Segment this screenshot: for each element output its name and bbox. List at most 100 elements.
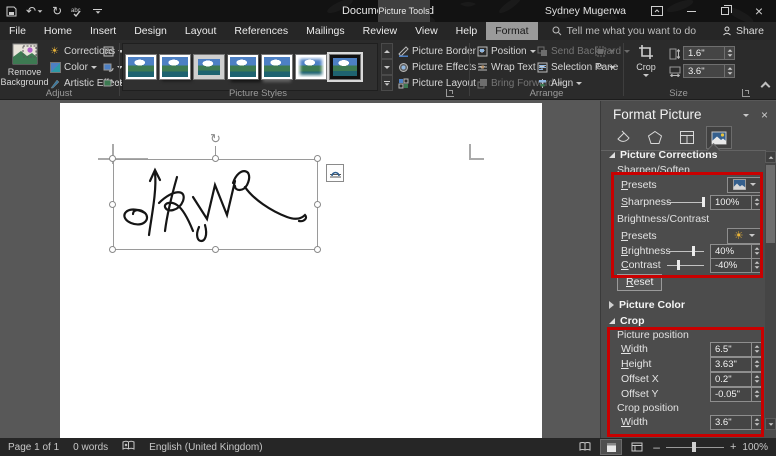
customize-quick-access-icon[interactable] xyxy=(93,9,102,14)
tab-view[interactable]: View xyxy=(406,22,447,40)
sharpness-value[interactable]: 100% xyxy=(711,197,751,208)
picture-style-7-selected[interactable] xyxy=(330,55,360,79)
collapse-ribbon-button[interactable] xyxy=(762,82,769,93)
shape-width-value[interactable]: 3.6" xyxy=(684,66,724,77)
picture-height-spinbox[interactable]: 3.63" xyxy=(710,357,762,372)
gallery-scroll-down-button[interactable] xyxy=(381,59,393,75)
sharpness-spinbox[interactable]: 100% xyxy=(710,195,762,210)
rotate-objects-button[interactable]: ↻ xyxy=(595,60,615,74)
print-layout-view-icon[interactable] xyxy=(601,440,621,454)
picture-width-spinbox[interactable]: 6.5" xyxy=(710,342,762,357)
zoom-level[interactable]: 100% xyxy=(742,442,768,453)
contrast-stepper[interactable] xyxy=(751,259,761,272)
selection-handle-middle-right[interactable] xyxy=(314,201,321,208)
undo-icon[interactable]: ↶ xyxy=(26,4,43,18)
tab-references[interactable]: References xyxy=(225,22,297,40)
picture-styles-dialog-launcher-icon[interactable] xyxy=(446,89,454,97)
brightness-slider[interactable] xyxy=(667,246,704,256)
save-icon[interactable] xyxy=(6,6,17,17)
selection-handle-middle-left[interactable] xyxy=(109,201,116,208)
document-area[interactable]: ↻ xyxy=(0,101,599,438)
width-stepper[interactable] xyxy=(724,65,734,77)
offset-x-value[interactable]: 0.2" xyxy=(711,374,751,385)
layout-options-button[interactable] xyxy=(326,164,344,182)
brightness-presets-dropdown[interactable]: ☀ xyxy=(727,228,762,244)
tab-help[interactable]: Help xyxy=(447,22,487,40)
word-count[interactable]: 0 words xyxy=(73,442,108,453)
selection-handle-bottom-left[interactable] xyxy=(109,246,116,253)
shape-height-field[interactable]: 1.6" xyxy=(669,46,735,60)
contrast-value[interactable]: -40% xyxy=(711,260,751,271)
proofing-errors-icon[interactable] xyxy=(122,440,135,454)
offset-x-spinbox[interactable]: 0.2" xyxy=(710,372,762,387)
brightness-value[interactable]: 40% xyxy=(711,246,751,257)
tab-mailings[interactable]: Mailings xyxy=(297,22,354,40)
document-page[interactable]: ↻ xyxy=(60,103,542,438)
picture-style-3[interactable] xyxy=(194,55,224,79)
zoom-out-button[interactable]: – xyxy=(653,440,660,454)
height-stepper[interactable] xyxy=(724,47,734,59)
account-user-name[interactable]: Sydney Mugerwa xyxy=(545,0,626,22)
panel-menu-chevron-icon[interactable] xyxy=(743,114,749,117)
crop-width-stepper[interactable] xyxy=(751,416,761,429)
picture-style-2[interactable] xyxy=(160,55,190,79)
offset-y-spinbox[interactable]: -0.05" xyxy=(710,387,762,402)
effects-tab[interactable] xyxy=(643,127,667,148)
tab-layout[interactable]: Layout xyxy=(176,22,226,40)
crop-width-value[interactable]: 3.6" xyxy=(711,417,751,428)
picture-color-header[interactable]: Picture Color xyxy=(609,299,685,311)
selection-handle-bottom-center[interactable] xyxy=(212,246,219,253)
tab-file[interactable]: File xyxy=(0,22,35,40)
tab-review[interactable]: Review xyxy=(354,22,406,40)
wrap-text-button[interactable]: Wrap Text xyxy=(477,60,545,74)
share-button[interactable]: Share xyxy=(722,22,776,40)
fill-and-line-tab[interactable] xyxy=(611,127,635,148)
redo-icon[interactable]: ↻ xyxy=(52,4,62,18)
remove-background-button[interactable]: Remove Background xyxy=(3,43,46,88)
contrast-spinbox[interactable]: -40% xyxy=(710,258,762,273)
picture-style-4[interactable] xyxy=(228,55,258,79)
sharpen-presets-dropdown[interactable] xyxy=(727,177,762,193)
tab-insert[interactable]: Insert xyxy=(81,22,125,40)
selection-handle-bottom-right[interactable] xyxy=(314,246,321,253)
crop-header[interactable]: Crop xyxy=(609,315,645,327)
color-button[interactable]: Color xyxy=(50,60,97,74)
ribbon-display-options-icon[interactable] xyxy=(640,0,674,22)
selection-handle-top-left[interactable] xyxy=(109,155,116,162)
offset-y-value[interactable]: -0.05" xyxy=(711,389,751,400)
scroll-up-button[interactable] xyxy=(765,151,776,163)
picture-height-stepper[interactable] xyxy=(751,358,761,371)
rotation-handle-icon[interactable]: ↻ xyxy=(208,131,223,146)
picture-styles-gallery[interactable] xyxy=(122,43,378,91)
picture-style-5[interactable] xyxy=(262,55,292,79)
sharpness-stepper[interactable] xyxy=(751,196,761,209)
picture-height-value[interactable]: 3.63" xyxy=(711,359,751,370)
crop-button[interactable]: Crop xyxy=(631,44,661,77)
crop-corner-mark-horizontal[interactable] xyxy=(469,158,484,160)
position-button[interactable]: Position xyxy=(477,44,536,58)
shape-width-field[interactable]: 3.6" xyxy=(669,64,735,78)
restore-button[interactable] xyxy=(708,0,742,22)
shape-height-value[interactable]: 1.6" xyxy=(684,48,724,59)
web-layout-view-icon[interactable] xyxy=(627,440,647,454)
page-indicator[interactable]: Page 1 of 1 xyxy=(8,442,59,453)
tell-me-search[interactable]: Tell me what you want to do xyxy=(538,22,697,40)
sharpness-slider[interactable] xyxy=(667,197,704,207)
picture-corrections-header[interactable]: Picture Corrections xyxy=(609,149,717,161)
tab-home[interactable]: Home xyxy=(35,22,81,40)
tab-format[interactable]: Format xyxy=(486,22,537,40)
panel-scrollbar[interactable] xyxy=(765,151,776,430)
zoom-in-button[interactable]: + xyxy=(730,441,736,453)
selection-handle-top-center[interactable] xyxy=(212,155,219,162)
size-dialog-launcher-icon[interactable] xyxy=(742,89,750,97)
gallery-scroll-up-button[interactable] xyxy=(381,43,393,59)
read-mode-view-icon[interactable] xyxy=(575,440,595,454)
picture-style-1[interactable] xyxy=(126,55,156,79)
picture-style-6[interactable] xyxy=(296,55,326,79)
spelling-check-icon[interactable]: abc xyxy=(71,6,84,17)
contrast-slider[interactable] xyxy=(667,260,704,270)
selection-handle-top-right[interactable] xyxy=(314,155,321,162)
offset-x-stepper[interactable] xyxy=(751,373,761,386)
image-selection-border[interactable] xyxy=(113,159,318,250)
tab-design[interactable]: Design xyxy=(125,22,176,40)
